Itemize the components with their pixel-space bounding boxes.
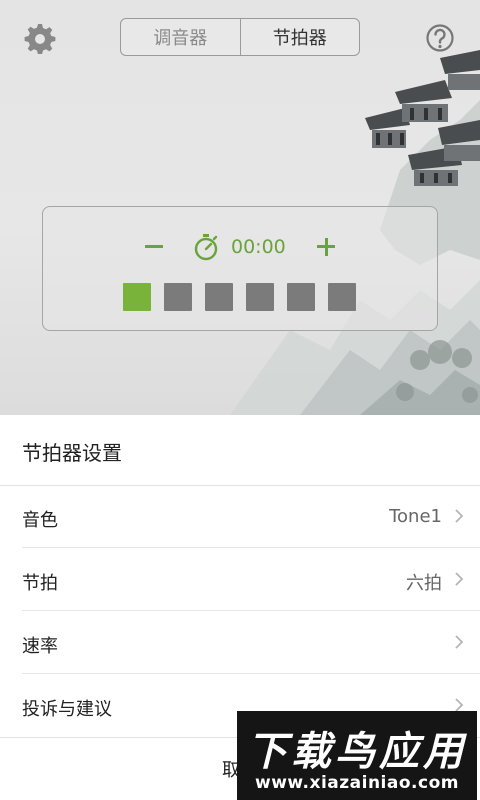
settings-row-tone[interactable]: 音色 Tone1 — [0, 486, 480, 548]
settings-row-tempo[interactable]: 速率 — [0, 612, 480, 674]
increase-button[interactable] — [315, 229, 337, 265]
beat-indicator-5 — [287, 283, 315, 311]
tab-tuner[interactable]: 调音器 — [121, 19, 240, 55]
timer-display: 00:00 — [231, 236, 286, 258]
beat-indicators — [123, 283, 356, 311]
sheet-title: 节拍器设置 — [22, 441, 122, 465]
decrease-button[interactable] — [143, 229, 165, 265]
metronome-panel: 00:00 — [42, 206, 438, 331]
watermark-url: www.xiazainiao.com — [255, 773, 459, 793]
beat-indicator-3 — [205, 283, 233, 311]
watermark-title: 下载鸟应用 — [247, 729, 467, 775]
help-button[interactable] — [424, 22, 456, 54]
gear-icon — [24, 24, 56, 55]
row-divider — [22, 610, 480, 611]
beat-indicator-4 — [246, 283, 274, 311]
beat-indicator-6 — [328, 283, 356, 311]
mode-tabs: 调音器 节拍器 — [120, 18, 360, 56]
metronome-controls: 00:00 — [43, 229, 437, 265]
row-divider — [22, 673, 480, 674]
background-landscape: 调音器 节拍器 00:00 — [0, 0, 480, 415]
watermark-banner: 下载鸟应用 www.xiazainiao.com — [237, 711, 477, 800]
stopwatch-icon[interactable] — [193, 233, 219, 261]
row-label: 速率 — [22, 636, 58, 657]
beat-indicator-1 — [123, 283, 151, 311]
row-value: 六拍 — [406, 573, 442, 594]
row-value: Tone1 — [389, 506, 442, 527]
row-divider — [22, 547, 480, 548]
row-label: 投诉与建议 — [22, 699, 112, 720]
beat-indicator-2 — [164, 283, 192, 311]
chevron-right-icon — [455, 572, 464, 586]
question-circle-icon — [426, 24, 454, 52]
tab-metronome[interactable]: 节拍器 — [239, 19, 360, 55]
settings-row-beat[interactable]: 节拍 六拍 — [0, 549, 480, 611]
chevron-right-icon — [455, 635, 464, 649]
settings-button[interactable] — [24, 22, 56, 55]
row-label: 节拍 — [22, 573, 58, 594]
chevron-right-icon — [455, 509, 464, 523]
row-label: 音色 — [22, 510, 58, 531]
